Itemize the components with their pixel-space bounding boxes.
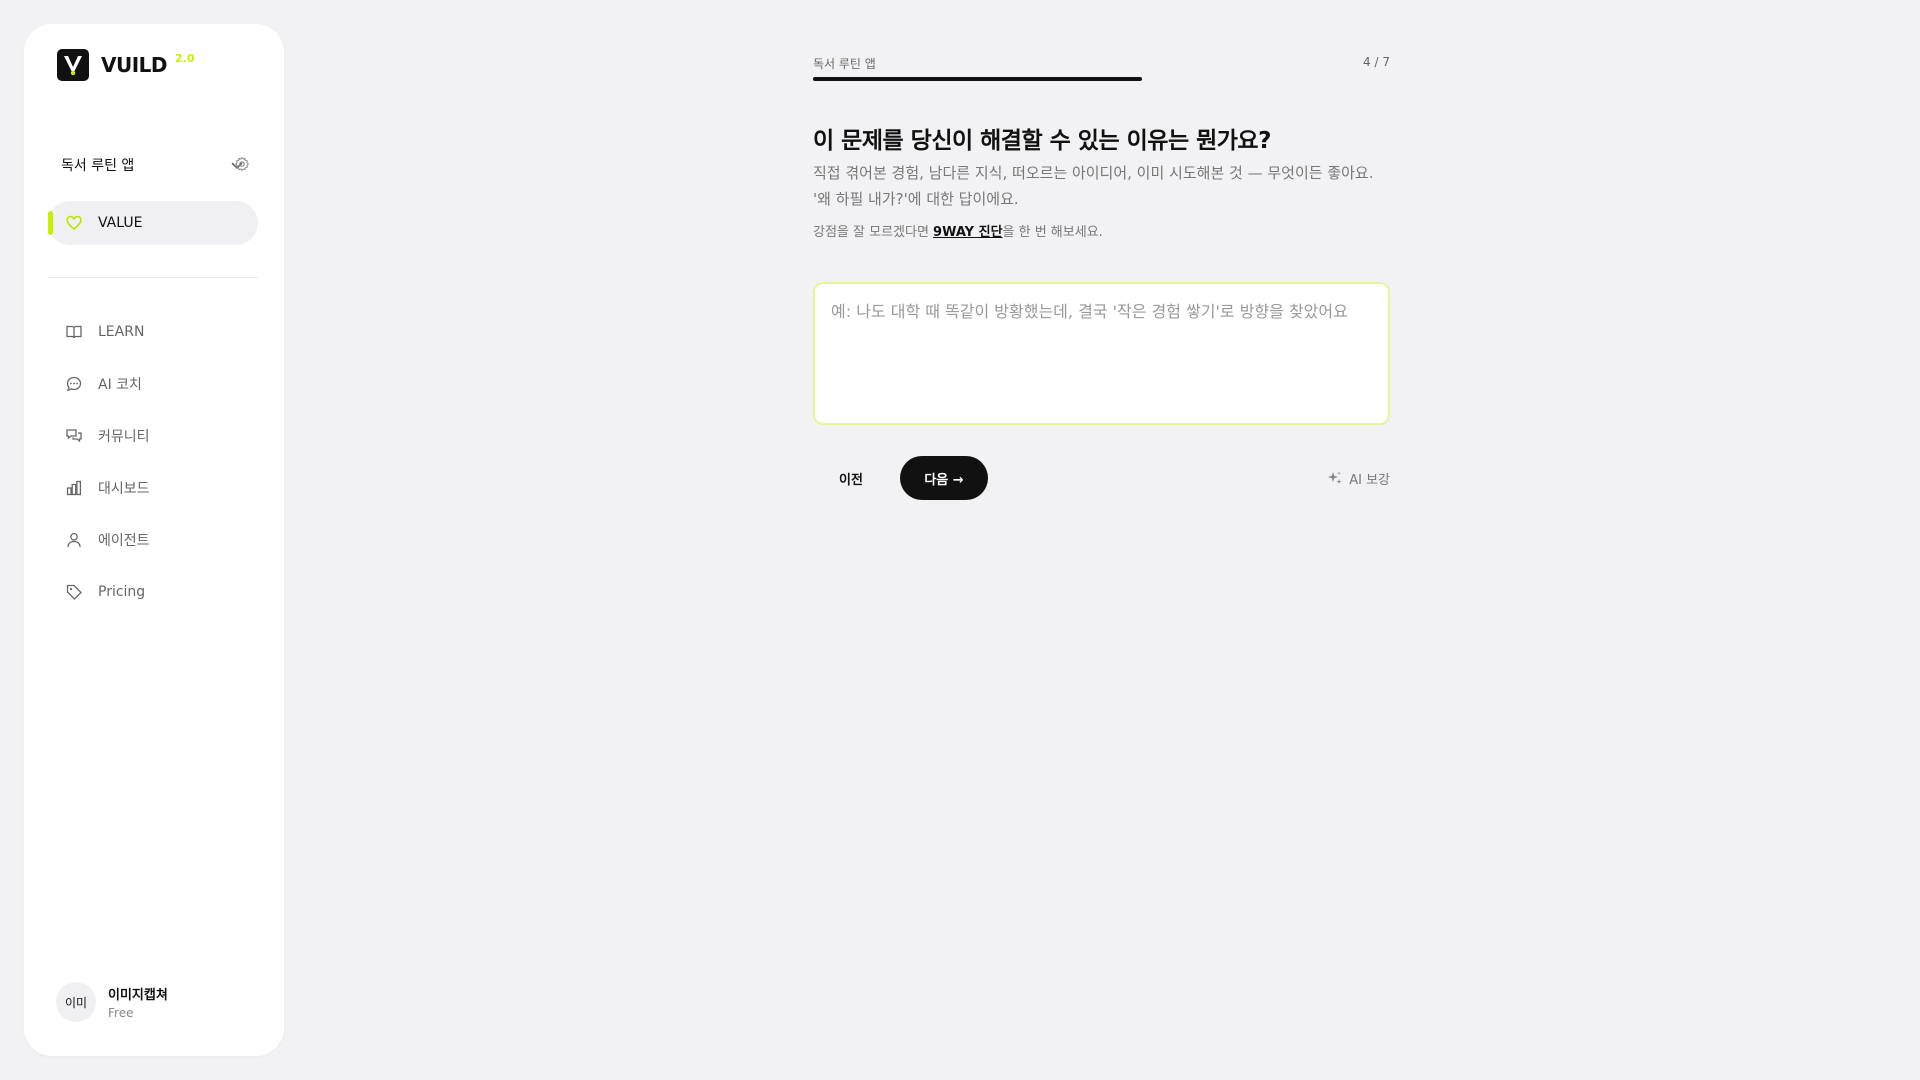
gear-icon[interactable] <box>234 156 250 172</box>
prev-button[interactable]: 이전 <box>813 456 889 500</box>
question-description: 직접 겪어본 경험, 남다른 지식, 떠오르는 아이디어, 이미 시도해본 것 … <box>813 164 1374 208</box>
progress-fill <box>813 77 1142 81</box>
sidebar-item-label: LEARN <box>98 324 145 340</box>
answer-textarea[interactable] <box>813 282 1390 425</box>
sidebar-item-label: Pricing <box>98 584 146 600</box>
ai-enhance-button[interactable]: AI 보강 <box>1327 466 1390 490</box>
tag-icon <box>64 582 84 602</box>
brand-name: VUILD <box>101 53 168 77</box>
user-plan: Free <box>108 1006 134 1020</box>
sidebar-item-label: 커뮤니티 <box>98 429 150 445</box>
sidebar-item-community[interactable]: 커뮤니티 <box>64 410 254 462</box>
diagnosis-link[interactable]: 9WAY 진단 <box>933 225 1002 240</box>
heart-icon <box>64 213 84 233</box>
sidebar-item-learn[interactable]: LEARN <box>64 306 254 358</box>
hint-prefix: 강점을 잘 모르겠다면 <box>813 225 934 240</box>
vuild-logo-icon <box>57 49 89 81</box>
user-meta: 이미지캡쳐 Free <box>108 984 168 1020</box>
hint-suffix: 을 한 번 해보세요. <box>1002 225 1103 240</box>
hint-text: 강점을 잘 모르겠다면 9WAY 진단을 한 번 해보세요. <box>813 221 1103 240</box>
next-button[interactable]: 다음 → <box>900 456 988 500</box>
sidebar-nav: LEARN AI 코치 커뮤니티 대시보드 에이전트 Pricing <box>64 306 254 618</box>
sidebar-item-value[interactable]: VALUE <box>48 201 258 245</box>
bar-chart-icon <box>64 478 84 498</box>
project-name: 독서 루틴 앱 <box>61 158 135 174</box>
sidebar-item-ai-coach[interactable]: AI 코치 <box>64 358 254 410</box>
step-counter: 4 / 7 <box>1363 55 1390 69</box>
question-title: 이 문제를 당신이 해결할 수 있는 이유는 뭔가요? <box>813 128 1271 154</box>
brand-version: 2.0 <box>175 51 195 65</box>
project-selector[interactable]: 독서 루틴 앱 <box>61 148 245 182</box>
chat-icon <box>64 374 84 394</box>
active-indicator <box>48 211 53 235</box>
user-profile[interactable]: 이미 이미지캡쳐 Free <box>56 982 168 1022</box>
book-icon <box>64 322 84 342</box>
ai-enhance-label: AI 보강 <box>1349 472 1390 488</box>
progress-bar <box>813 77 1390 81</box>
sparkle-icon <box>1327 470 1343 486</box>
divider <box>48 277 258 278</box>
sidebar-item-label: 에이전트 <box>98 533 150 549</box>
brand[interactable]: VUILD 2.0 <box>57 49 195 81</box>
sidebar-item-pricing[interactable]: Pricing <box>64 566 254 618</box>
sidebar-item-agent[interactable]: 에이전트 <box>64 514 254 566</box>
sidebar-item-label: 대시보드 <box>98 481 150 497</box>
breadcrumb: 독서 루틴 앱 <box>813 57 876 71</box>
sidebar: VUILD 2.0 독서 루틴 앱 VALUE LEARN AI 코치 커뮤니티… <box>24 24 284 1056</box>
sidebar-item-label: AI 코치 <box>98 377 142 393</box>
user-icon <box>64 530 84 550</box>
community-icon <box>64 426 84 446</box>
avatar: 이미 <box>56 982 96 1022</box>
user-name: 이미지캡쳐 <box>108 988 168 1003</box>
sidebar-item-dashboard[interactable]: 대시보드 <box>64 462 254 514</box>
sidebar-item-label: VALUE <box>98 215 143 231</box>
